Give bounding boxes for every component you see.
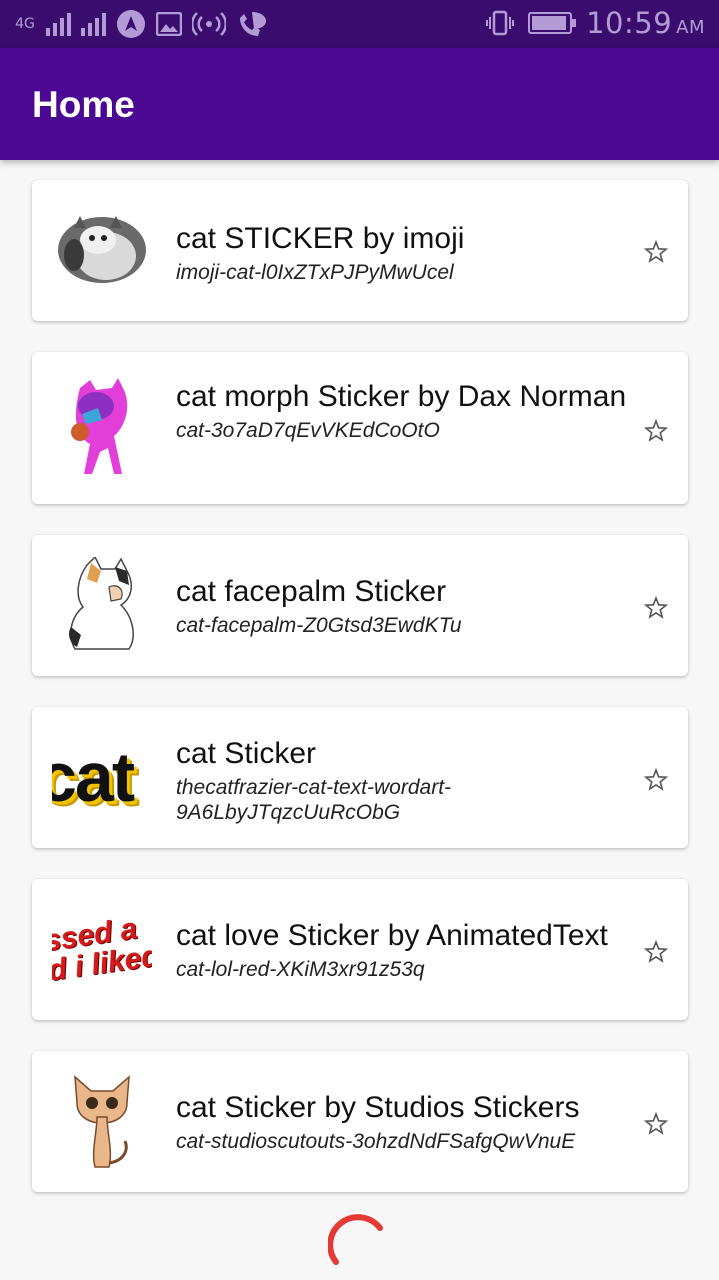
clock-ampm: AM: [676, 17, 705, 38]
item-subtitle: cat-3o7aD7qEvVKEdCoOtO: [176, 419, 440, 442]
cat-sphynx-thumbnail: [52, 1071, 152, 1171]
page-title: Home: [32, 84, 135, 125]
signal-icon-2: [81, 12, 106, 36]
cat-morph-thumbnail: [52, 378, 152, 478]
item-subtitle: cat-studioscutouts-3ohzdNdFSafgQwVnuE: [176, 1130, 576, 1153]
clock-time: 10:59: [586, 6, 673, 40]
loading-spinner: [328, 1214, 383, 1265]
cat-love-thumbnail: ssed a d i liked: [52, 899, 152, 999]
star-icon[interactable]: [644, 1112, 668, 1136]
image-icon: [156, 8, 182, 40]
star-icon[interactable]: [644, 240, 668, 264]
item-subtitle: cat-facepalm-Z0Gtsd3EwdKTu: [176, 614, 462, 637]
list-item[interactable]: ssed a d i liked cat love Sticker by Ani…: [32, 879, 688, 1020]
clock: 10:59 AM: [586, 6, 705, 40]
star-icon[interactable]: [644, 940, 668, 964]
battery-icon: [528, 12, 577, 34]
star-icon[interactable]: [644, 419, 668, 443]
signal-icon: [46, 12, 71, 36]
item-subtitle: cat-lol-red-XKiM3xr91z53q: [176, 958, 425, 981]
item-title: cat STICKER by imoji: [176, 222, 465, 255]
vibrate-icon: [486, 7, 515, 39]
item-title: cat love Sticker by AnimatedText: [176, 919, 608, 952]
cat-facepalm-thumbnail: [52, 555, 152, 655]
star-icon[interactable]: [644, 596, 668, 620]
star-icon[interactable]: [644, 768, 668, 792]
item-title: cat morph Sticker by Dax Norman: [176, 380, 627, 413]
item-title: cat Sticker by Studios Stickers: [176, 1091, 580, 1124]
hotspot-icon: [192, 8, 226, 40]
animated-text: ssed a d i liked: [52, 912, 152, 988]
item-subtitle: thecatfrazier-cat-text-wordart-9A6LbyJTq…: [176, 776, 452, 824]
item-subtitle: imoji-cat-l0IxZTxPJPyMwUcel: [176, 261, 454, 284]
list-item[interactable]: cat cat Sticker thecatfrazier-cat-text-w…: [32, 707, 688, 848]
network-type-icon: 4G: [14, 8, 36, 40]
list-item[interactable]: cat morph Sticker by Dax Norman cat-3o7a…: [32, 352, 688, 504]
item-title: cat Sticker: [176, 737, 317, 770]
list-item[interactable]: cat STICKER by imoji imoji-cat-l0IxZTxPJ…: [32, 180, 688, 321]
wordart-text: cat: [52, 738, 135, 816]
cat-sticker-thumbnail: [52, 200, 152, 300]
network-type-label: 4G: [15, 16, 35, 32]
list-item[interactable]: cat facepalm Sticker cat-facepalm-Z0Gtsd…: [32, 535, 688, 676]
navigation-icon: [116, 8, 146, 40]
cat-wordart-thumbnail: cat: [52, 727, 152, 827]
app-bar: Home: [0, 48, 719, 160]
item-title: cat facepalm Sticker: [176, 575, 447, 608]
list-item[interactable]: cat Sticker by Studios Stickers cat-stud…: [32, 1051, 688, 1192]
status-bar: 4G 10:59 AM: [0, 0, 719, 48]
wifi-calling-icon: [236, 8, 268, 40]
